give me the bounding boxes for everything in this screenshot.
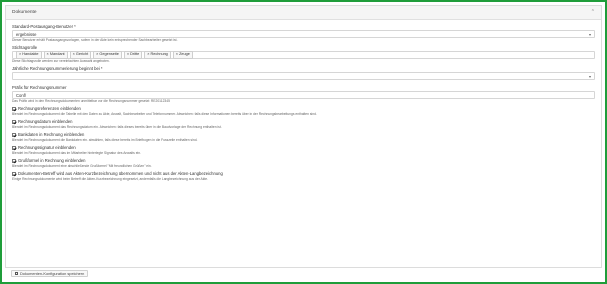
panel-footer: Dokumenten-Konfiguration speichern: [5, 267, 602, 277]
app-frame: Dokumente ⌃ Standard-Postausgang-Benutze…: [2, 2, 605, 282]
checkbox[interactable]: [12, 172, 16, 176]
tag-list: × Handakte × Mandant × Gericht × Gegense…: [14, 51, 195, 59]
checkbox-help: Blendet im Rechnungsdokument das Rechnun…: [12, 125, 222, 129]
tag-gegenseite[interactable]: × Gegenseite: [93, 51, 122, 59]
stichtagsrolle-multiselect[interactable]: × Handakte × Mandant × Gericht × Gegense…: [12, 51, 595, 59]
tag-rechnung[interactable]: × Rechnung: [144, 51, 171, 59]
checkbox-help: Einige Rechnungsdokumente wird beim Betr…: [12, 177, 209, 181]
tag-label: Zeuge: [179, 52, 190, 57]
prefix-help: Das Präfix wird in den Rechnungsdokument…: [12, 99, 170, 103]
tag-mandant[interactable]: × Mandant: [43, 51, 68, 59]
tag-label: Gericht: [75, 52, 89, 57]
tag-label: Gegenseite: [99, 52, 119, 57]
checkbox[interactable]: [12, 107, 16, 111]
chevron-down-icon: ▾: [588, 31, 591, 37]
chevron-up-icon[interactable]: ⌃: [591, 10, 595, 15]
tag-dritte[interactable]: × Dritte: [123, 51, 143, 59]
documents-panel: Dokumente ⌃ Standard-Postausgang-Benutze…: [5, 5, 602, 277]
tag-label: Mandant: [49, 52, 65, 57]
checkbox[interactable]: [12, 146, 16, 150]
chevron-down-icon: ▾: [588, 73, 591, 79]
panel-header[interactable]: Dokumente ⌃: [6, 6, 601, 20]
tag-gericht[interactable]: × Gericht: [69, 51, 92, 59]
prefix-value: Conf/: [16, 92, 27, 98]
save-config-label: Dokumenten-Konfiguration speichern: [20, 271, 85, 276]
panel-title: Dokumente: [12, 10, 37, 15]
invoice-numbering-select[interactable]: ▾: [12, 72, 595, 80]
checkbox-help: Blendet im Rechnungsdokument das im Mita…: [12, 151, 142, 155]
standard-user-value: ergebnisse: [16, 31, 37, 37]
checkbox-help: Blendet im Rechnungsdokument die Tabelle…: [12, 112, 317, 116]
stichtagsrolle-help: Diese Stichtagsrolle werden zur vereinfa…: [12, 59, 110, 63]
tag-label: Handakte: [22, 52, 39, 57]
tag-label: Dritte: [130, 52, 140, 57]
checkbox[interactable]: [12, 133, 16, 137]
prefix-input[interactable]: Conf/: [12, 91, 595, 99]
panel-body: Standard-Postausgang-Benutzer * ergebnis…: [6, 20, 601, 182]
checkbox-help: Blendet im Rechnungsdokument die Bankdat…: [12, 138, 198, 142]
standard-user-help: Dieser Benutzer erhält Postausgangsvorla…: [12, 38, 178, 42]
save-icon: [15, 271, 18, 276]
checkbox[interactable]: [12, 159, 16, 163]
tag-zeuge[interactable]: × Zeuge: [172, 51, 193, 59]
save-config-button[interactable]: Dokumenten-Konfiguration speichern: [11, 270, 89, 277]
tag-label: Rechnung: [150, 52, 168, 57]
checkbox[interactable]: [12, 120, 16, 124]
standard-user-select[interactable]: ergebnisse ▾: [12, 30, 595, 38]
tag-handakte[interactable]: × Handakte: [16, 51, 42, 59]
checkbox-help: Blendet im Rechnungsdokument eine abschl…: [12, 164, 152, 168]
